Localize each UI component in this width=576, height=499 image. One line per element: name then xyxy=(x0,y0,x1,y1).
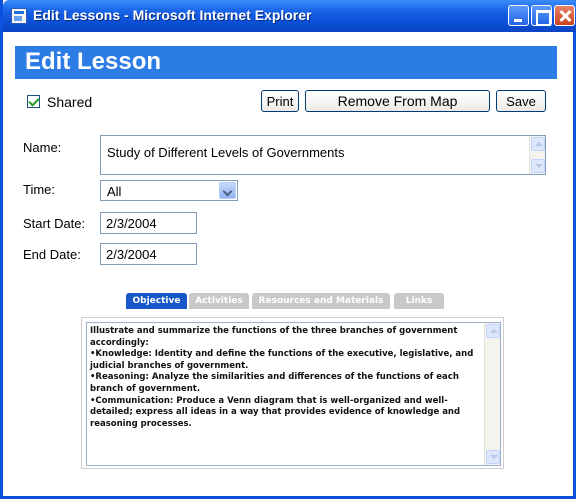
start-date-label: Start Date: xyxy=(23,216,86,231)
minimize-button[interactable] xyxy=(508,5,529,26)
scroll-up-icon[interactable] xyxy=(531,137,545,151)
end-date-value: 2/3/2004 xyxy=(106,247,157,262)
scroll-up-icon[interactable] xyxy=(486,324,500,338)
chevron-down-icon[interactable] xyxy=(219,182,236,199)
end-date-label: End Date: xyxy=(23,247,81,262)
title-bar[interactable]: Edit Lessons - Microsoft Internet Explor… xyxy=(3,0,576,32)
remove-from-map-button[interactable]: Remove From Map xyxy=(305,90,490,112)
time-value: All xyxy=(107,184,122,199)
print-button[interactable]: Print xyxy=(261,90,299,112)
name-field[interactable]: Study of Different Levels of Governments xyxy=(100,135,546,175)
scroll-down-icon[interactable] xyxy=(486,450,500,464)
objective-panel: Illustrate and summarize the functions o… xyxy=(81,317,504,469)
name-label: Name: xyxy=(23,140,62,155)
shared-checkbox[interactable] xyxy=(27,95,40,108)
shared-label: Shared xyxy=(47,94,93,110)
end-date-field[interactable]: 2/3/2004 xyxy=(100,243,197,265)
name-value: Study of Different Levels of Governments xyxy=(107,145,345,160)
scroll-down-icon[interactable] xyxy=(531,159,545,173)
objective-textarea[interactable]: Illustrate and summarize the functions o… xyxy=(86,322,501,466)
browser-window: Edit Lessons - Microsoft Internet Explor… xyxy=(0,0,576,499)
close-button[interactable] xyxy=(554,5,575,26)
name-scrollbar[interactable] xyxy=(529,136,545,174)
tab-resources-and-materials[interactable]: Resources and Materials xyxy=(252,293,390,309)
tab-activities[interactable]: Activities xyxy=(189,293,249,309)
ie-window-icon[interactable] xyxy=(11,8,27,24)
page-title: Edit Lesson xyxy=(25,48,162,75)
tab-links[interactable]: Links xyxy=(394,293,444,309)
page-header: Edit Lesson xyxy=(15,46,557,79)
tab-objective[interactable]: Objective xyxy=(126,293,187,309)
time-select[interactable]: All xyxy=(100,180,238,201)
save-button[interactable]: Save xyxy=(496,90,546,112)
start-date-value: 2/3/2004 xyxy=(106,216,157,231)
window-title: Edit Lessons - Microsoft Internet Explor… xyxy=(33,7,312,23)
maximize-button[interactable] xyxy=(531,5,552,26)
start-date-field[interactable]: 2/3/2004 xyxy=(100,212,197,234)
objective-scrollbar[interactable] xyxy=(484,323,500,465)
objective-text: Illustrate and summarize the functions o… xyxy=(90,326,474,429)
time-label: Time: xyxy=(23,182,56,197)
